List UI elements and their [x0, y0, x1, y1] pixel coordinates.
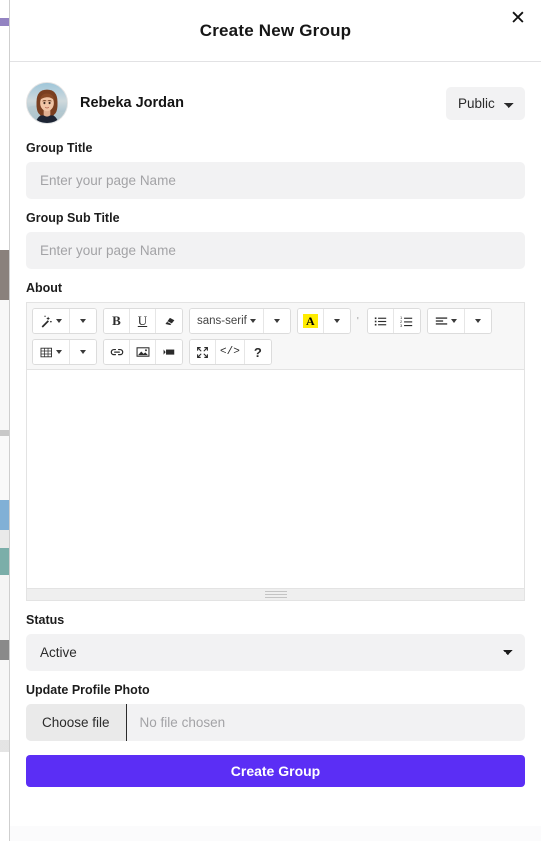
code-view-icon[interactable]: </> — [216, 340, 245, 364]
chevron-down-icon — [249, 319, 256, 323]
style-group — [32, 308, 97, 334]
chain-link-glyph — [110, 348, 123, 356]
modal-body: Rebeka Jordan Public Group Title Group S… — [10, 62, 541, 787]
line-height-dropdown[interactable] — [464, 309, 491, 333]
help-label: ? — [253, 344, 262, 360]
about-editor-body[interactable] — [27, 370, 524, 588]
eraser-glyph — [164, 317, 174, 325]
underline-icon[interactable]: U — [130, 309, 156, 333]
bullet-list-glyph — [374, 316, 387, 326]
chevron-down-icon — [80, 350, 86, 354]
page-title: Create New Group — [199, 21, 352, 40]
about-label: About — [26, 281, 63, 295]
chevron-down-icon — [56, 319, 62, 323]
update-profile-photo-label: Update Profile Photo — [26, 683, 150, 697]
background-page-sliver — [0, 0, 9, 841]
help-icon[interactable]: ? — [244, 340, 271, 364]
chevron-down-icon — [474, 319, 481, 323]
font-size-dropdown[interactable] — [263, 309, 290, 333]
svg-text:3: 3 — [400, 322, 403, 327]
align-left-glyph — [435, 316, 448, 325]
group-title-input[interactable] — [26, 162, 525, 199]
modal-header: Create New Group ✕ — [10, 0, 541, 62]
chevron-down-icon — [450, 319, 457, 323]
video-icon[interactable] — [156, 340, 182, 364]
ordered-list-icon[interactable]: 1 2 3 — [393, 309, 420, 333]
text-color-dropdown[interactable] — [323, 309, 350, 333]
image-icon[interactable] — [130, 340, 156, 364]
numbered-list-glyph: 1 2 3 — [400, 315, 413, 327]
choose-file-button[interactable]: Choose file — [26, 704, 127, 741]
create-new-group-modal: Create New Group ✕ Rebeka Jordan Public … — [10, 0, 541, 841]
status-select[interactable]: Active — [26, 634, 525, 671]
create-group-button[interactable]: Create Group — [26, 755, 525, 787]
font-family-label: sans-serif — [197, 315, 247, 327]
font-family-group: sans-serif — [189, 308, 291, 334]
chevron-down-icon — [333, 319, 340, 323]
table-more-dropdown[interactable] — [70, 340, 96, 364]
unordered-list-icon[interactable] — [367, 309, 394, 333]
editor-resize-handle[interactable] — [27, 588, 524, 600]
visibility-select[interactable]: Public — [446, 86, 525, 120]
chevron-down-icon — [56, 350, 62, 354]
table-icon[interactable] — [33, 340, 70, 364]
paragraph-align-group — [426, 308, 492, 334]
style-more-dropdown[interactable] — [70, 309, 96, 333]
view-group: </> ? — [189, 339, 272, 365]
group-title-label: Group Title — [26, 141, 93, 155]
modal-bottom-strip — [10, 826, 541, 841]
chosen-file-name: No file chosen — [139, 715, 226, 730]
fullscreen-icon[interactable] — [190, 340, 216, 364]
status-label: Status — [26, 613, 65, 627]
paragraph-align-icon[interactable] — [427, 309, 465, 333]
font-family-dropdown[interactable]: sans-serif — [190, 309, 264, 333]
editor-toolbar: B U sans-serif A ' 1 2 3 </> ? — [27, 303, 524, 370]
about-rich-text-editor: B U sans-serif A ' 1 2 3 </> ? — [26, 302, 525, 601]
editor-toolbar-row-2: </> ? — [32, 339, 519, 365]
picture-glyph — [136, 347, 149, 357]
code-view-label: </> — [220, 346, 240, 358]
user-identity: Rebeka Jordan — [26, 82, 184, 124]
font-style-group: B U — [103, 308, 183, 334]
toolbar-separator: ' — [356, 315, 359, 327]
insert-group — [103, 339, 183, 365]
magic-wand-glyph — [41, 315, 52, 328]
expand-arrows-glyph — [197, 346, 208, 358]
remove-format-eraser-icon[interactable] — [156, 309, 182, 333]
group-sub-title-input[interactable] — [26, 232, 525, 269]
close-icon[interactable]: ✕ — [504, 4, 532, 32]
chevron-down-icon — [273, 319, 280, 323]
table-glyph — [40, 347, 52, 357]
magic-wand-icon[interactable] — [33, 309, 70, 333]
video-camera-glyph — [163, 349, 175, 355]
resize-grip-icon — [264, 591, 287, 598]
text-color-group: A — [296, 308, 351, 334]
link-icon[interactable] — [104, 340, 130, 364]
user-row: Rebeka Jordan Public — [26, 77, 525, 129]
profile-photo-file-input[interactable]: Choose file No file chosen — [26, 704, 525, 741]
group-sub-title-label: Group Sub Title — [26, 211, 120, 225]
table-group — [32, 339, 97, 365]
bold-icon[interactable]: B — [104, 309, 130, 333]
avatar — [26, 82, 68, 124]
highlight-letter: A — [303, 314, 318, 328]
list-group: 1 2 3 — [366, 308, 421, 334]
editor-toolbar-row-1: B U sans-serif A ' 1 2 3 — [32, 308, 519, 334]
chevron-down-icon — [80, 319, 86, 323]
user-name: Rebeka Jordan — [80, 95, 184, 111]
text-highlight-color-icon[interactable]: A — [297, 309, 324, 333]
